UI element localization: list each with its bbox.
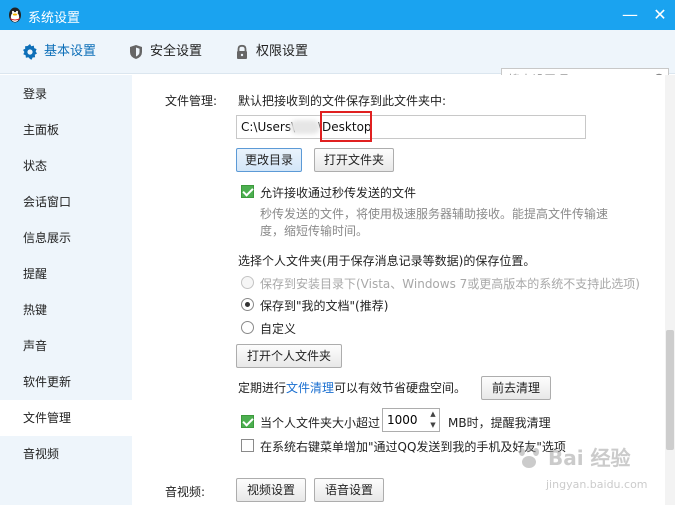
blurred-username — [290, 120, 320, 134]
cleanup-prefix: 定期进行 — [238, 381, 287, 395]
watermark-url: jingyan.baidu.com — [546, 478, 648, 491]
tab-label: 权限设置 — [256, 44, 309, 59]
window-title: 系统设置 — [28, 11, 81, 26]
stepper-down-icon[interactable]: ▼ — [427, 420, 439, 431]
close-button[interactable]: ✕ — [645, 0, 675, 30]
highlight-box — [320, 111, 372, 142]
sidebar-item-software-update[interactable]: 软件更新 — [0, 364, 132, 400]
save-location-desc: 默认把接收到的文件保存到此文件夹中: — [238, 94, 447, 108]
instant-transfer-desc-line2: 度，缩短传输时间。 — [260, 224, 369, 238]
gear-icon — [23, 44, 37, 60]
tab-permission-settings[interactable]: 权限设置 — [234, 30, 324, 74]
video-settings-button[interactable]: 视频设置 — [236, 478, 306, 502]
minimize-button[interactable]: — — [615, 0, 645, 30]
tab-security-settings[interactable]: 安全设置 — [128, 30, 218, 74]
personal-folder-desc: 选择个人文件夹(用于保存消息记录等数据)的保存位置。 — [238, 254, 536, 268]
tab-label: 安全设置 — [150, 44, 203, 59]
settings-tab-bar: 基本设置 安全设置 权限设置 — [0, 30, 675, 92]
sidebar-item-file-management[interactable]: 文件管理 — [0, 400, 132, 436]
open-folder-button[interactable]: 打开文件夹 — [314, 148, 394, 172]
sidebar-item-hotkeys[interactable]: 热键 — [0, 292, 132, 328]
change-directory-button[interactable]: 更改目录 — [236, 148, 302, 172]
size-warning-prefix: 当个人文件夹大小超过 — [260, 416, 381, 430]
allow-instant-transfer-label: 允许接收通过秒传发送的文件 — [260, 186, 417, 200]
sidebar-item-info-display[interactable]: 信息展示 — [0, 220, 132, 256]
size-limit-input[interactable] — [387, 412, 423, 428]
section-label-audio-video: 音视频: — [165, 485, 206, 499]
sidebar-item-login[interactable]: 登录 — [0, 76, 132, 112]
size-warning-checkbox[interactable] — [241, 415, 254, 428]
sidebar-item-chat-window[interactable]: 会话窗口 — [0, 184, 132, 220]
sidebar-item-status[interactable]: 状态 — [0, 148, 132, 184]
lock-icon — [237, 44, 247, 59]
radio-custom[interactable] — [241, 321, 254, 334]
file-cleanup-link[interactable]: 文件清理 — [286, 381, 334, 395]
stepper-up-icon[interactable]: ▲ — [427, 409, 439, 420]
settings-sidebar: 登录 主面板 状态 会话窗口 信息展示 提醒 热键 声音 软件更新 文件管理 音… — [0, 75, 132, 505]
context-menu-checkbox[interactable] — [241, 439, 254, 452]
cleanup-suffix: 可以有效节省硬盘空间。 — [334, 381, 467, 395]
scrollbar-thumb[interactable] — [666, 330, 674, 450]
radio-install-dir-label: 保存到安装目录下(Vista、Windows 7或更高版本的系统不支持此选项) — [260, 277, 640, 291]
audio-settings-button[interactable]: 语音设置 — [314, 478, 384, 502]
content-scrollbar[interactable] — [665, 75, 675, 505]
sidebar-item-main-panel[interactable]: 主面板 — [0, 112, 132, 148]
instant-transfer-desc-line1: 秒传发送的文件，将使用极速服务器辅助接收。能提高文件传输速 — [260, 207, 609, 221]
radio-my-documents[interactable] — [241, 298, 254, 311]
size-warning-suffix: MB时，提醒我清理 — [448, 416, 551, 430]
tab-label: 基本设置 — [44, 44, 97, 59]
size-limit-stepper[interactable]: ▲ ▼ — [382, 408, 440, 432]
cleanup-tip: 定期进行文件清理可以有效节省硬盘空间。 — [238, 379, 466, 396]
baidu-paw-icon — [519, 444, 539, 468]
sidebar-item-reminder[interactable]: 提醒 — [0, 256, 132, 292]
sidebar-item-audio-video[interactable]: 音视频 — [0, 436, 132, 472]
save-path-field[interactable] — [236, 115, 586, 139]
qq-penguin-icon — [9, 7, 21, 23]
shield-icon — [130, 45, 142, 59]
go-cleanup-button[interactable]: 前去清理 — [481, 376, 551, 400]
section-label-file-management: 文件管理: — [165, 94, 218, 108]
baidu-watermark: Bai 经验 jingyan.baidu.com — [510, 440, 660, 500]
radio-custom-label: 自定义 — [260, 322, 297, 336]
tab-basic-settings[interactable]: 基本设置 — [22, 30, 112, 74]
allow-instant-transfer-checkbox[interactable] — [241, 185, 254, 198]
title-bar: 系统设置 — ✕ — [0, 0, 675, 30]
sidebar-item-sound[interactable]: 声音 — [0, 328, 132, 364]
open-personal-folder-button[interactable]: 打开个人文件夹 — [236, 344, 342, 368]
radio-my-documents-label: 保存到"我的文档"(推荐) — [260, 299, 389, 313]
watermark-text: Bai 经验 — [548, 446, 631, 470]
radio-install-dir — [241, 276, 254, 289]
